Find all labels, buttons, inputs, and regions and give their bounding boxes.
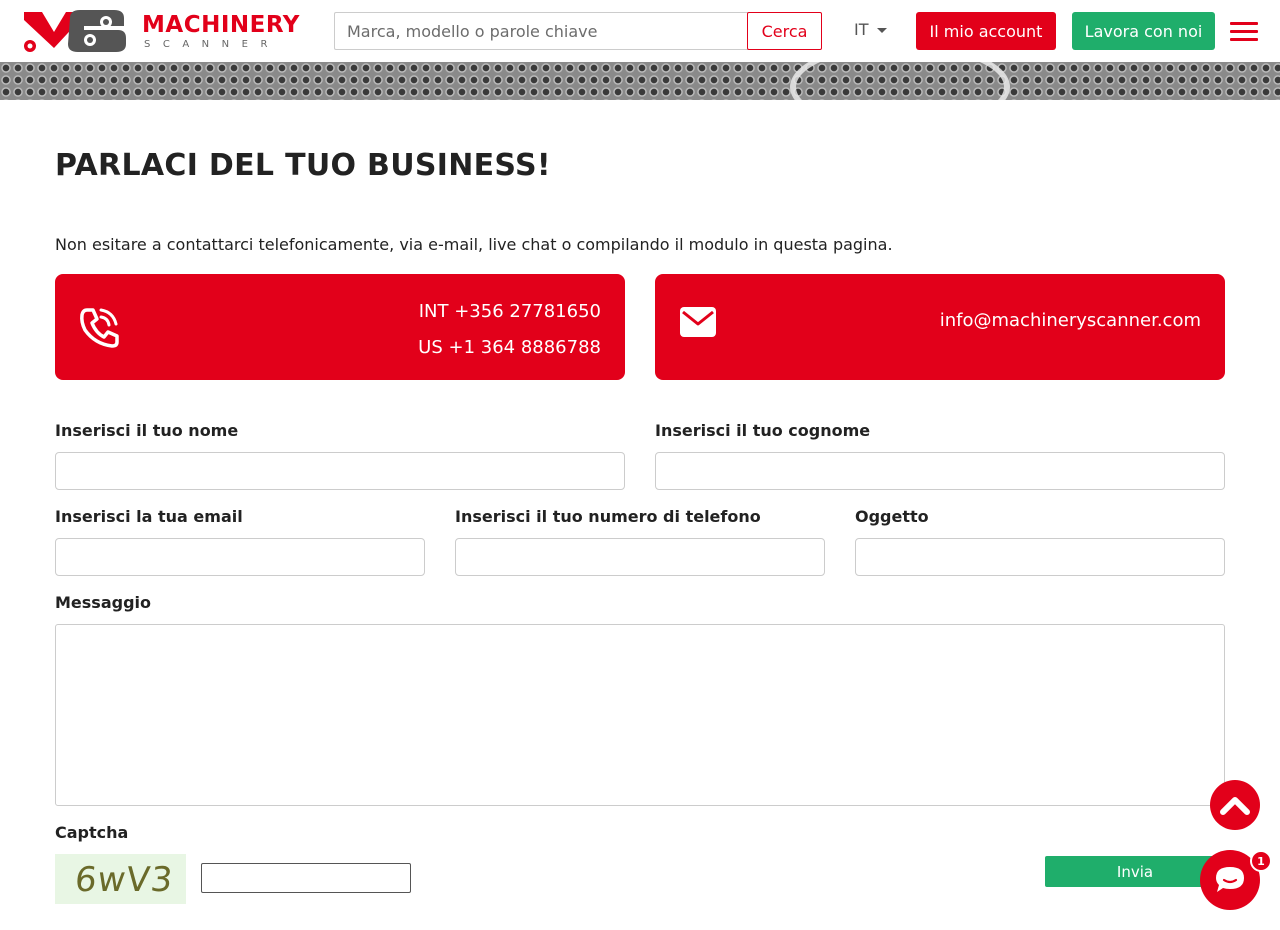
language-selector[interactable]: IT <box>854 20 887 39</box>
logo-mark-icon <box>24 10 126 52</box>
message-textarea[interactable] <box>55 624 1225 806</box>
work-with-us-button[interactable]: Lavora con noi <box>1072 12 1215 50</box>
phone-numbers: INT +356 27781650 US +1 364 8886788 <box>418 294 601 366</box>
phone-us[interactable]: US +1 364 8886788 <box>418 330 601 366</box>
mail-icon <box>680 307 716 337</box>
submit-button[interactable]: Invia <box>1045 856 1225 887</box>
chevron-down-icon <box>876 28 887 33</box>
first-name-input[interactable] <box>55 452 625 490</box>
search-input[interactable] <box>334 12 748 50</box>
captcha-text: 6wV3 <box>72 860 176 900</box>
email-address[interactable]: info@machineryscanner.com <box>940 310 1201 331</box>
subject-label: Oggetto <box>855 507 929 526</box>
logo-brand-sub: SCANNER <box>144 39 280 50</box>
phone-int[interactable]: INT +356 27781650 <box>418 294 601 330</box>
chevron-up-icon <box>1220 797 1250 815</box>
page-title: PARLACI DEL TUO BUSINESS! <box>55 148 551 183</box>
logo-brand-name: MACHINERY <box>142 12 300 38</box>
message-label: Messaggio <box>55 593 151 612</box>
intro-text: Non esitare a contattarci telefonicament… <box>55 235 893 254</box>
email-contact-card: info@machineryscanner.com <box>655 274 1225 380</box>
email-label: Inserisci la tua email <box>55 507 243 526</box>
first-name-label: Inserisci il tuo nome <box>55 421 239 440</box>
captcha-input[interactable] <box>201 863 411 893</box>
site-header: MACHINERY SCANNER Cerca IT Il mio accoun… <box>0 0 1280 62</box>
last-name-label: Inserisci il tuo cognome <box>655 421 871 440</box>
menu-icon[interactable] <box>1230 20 1258 42</box>
last-name-input[interactable] <box>655 452 1225 490</box>
language-label: IT <box>854 20 869 39</box>
logo[interactable]: MACHINERY SCANNER <box>20 6 299 56</box>
captcha-label: Captcha <box>55 823 129 842</box>
chat-notification-badge: 1 <box>1250 850 1272 872</box>
scroll-to-top-button[interactable] <box>1210 780 1260 830</box>
phone-input[interactable] <box>455 538 825 576</box>
captcha-image: 6wV3 <box>55 854 186 904</box>
hero-banner-image <box>0 62 1280 100</box>
phone-contact-card: INT +356 27781650 US +1 364 8886788 <box>55 274 625 380</box>
search-bar: Cerca <box>334 12 822 50</box>
my-account-button[interactable]: Il mio account <box>916 12 1056 50</box>
phone-icon <box>80 308 119 348</box>
chat-bubble-icon <box>1216 867 1244 892</box>
subject-input[interactable] <box>855 538 1225 576</box>
email-input[interactable] <box>55 538 425 576</box>
phone-label: Inserisci il tuo numero di telefono <box>455 507 761 526</box>
search-button[interactable]: Cerca <box>747 12 822 50</box>
